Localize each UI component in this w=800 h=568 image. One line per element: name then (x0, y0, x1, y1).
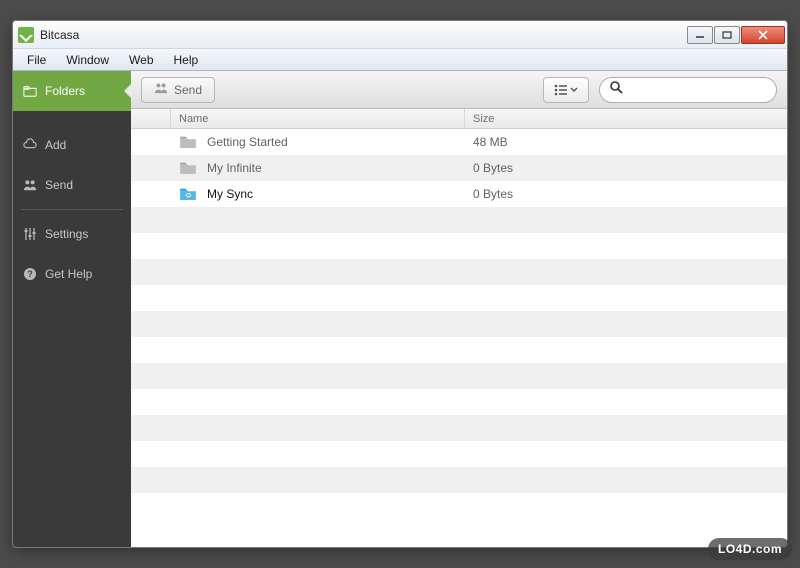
people-icon (154, 82, 168, 97)
sliders-icon (23, 227, 37, 241)
table-row-empty (131, 467, 787, 493)
menu-file[interactable]: File (17, 50, 56, 70)
sidebar-separator (21, 209, 123, 210)
sidebar-item-folders[interactable]: Folders (13, 71, 131, 111)
menu-web[interactable]: Web (119, 50, 163, 70)
sidebar-item-add[interactable]: Add (13, 125, 131, 165)
file-name: Getting Started (207, 135, 288, 149)
cell-name: My Infinite (171, 160, 465, 177)
table-row-empty (131, 415, 787, 441)
titlebar[interactable]: Bitcasa (13, 21, 787, 49)
menu-help[interactable]: Help (164, 50, 209, 70)
app-icon (18, 27, 34, 43)
file-name: My Sync (207, 187, 253, 201)
cell-name: Getting Started (171, 134, 465, 151)
sidebar: Folders Add Send Settings (13, 71, 131, 547)
table-body: Getting Started48 MBMy Infinite0 BytesMy… (131, 129, 787, 547)
search-box[interactable] (599, 77, 777, 103)
close-button[interactable] (741, 26, 785, 44)
table-row-empty (131, 311, 787, 337)
table-row-empty (131, 363, 787, 389)
folder-icon (179, 134, 197, 151)
sidebar-item-gethelp[interactable]: ? Get Help (13, 254, 131, 294)
svg-text:?: ? (27, 269, 33, 279)
view-mode-button[interactable] (543, 77, 589, 103)
list-view-icon (554, 84, 578, 96)
sidebar-item-send[interactable]: Send (13, 165, 131, 205)
sync-folder-icon (179, 186, 197, 203)
sidebar-item-label: Settings (45, 227, 88, 241)
search-icon (610, 81, 623, 99)
table-row-empty (131, 285, 787, 311)
send-button[interactable]: Send (141, 77, 215, 103)
window-controls (687, 26, 785, 44)
table-row[interactable]: My Sync 0 Bytes (131, 181, 787, 207)
folders-icon (23, 84, 37, 98)
table-row-empty (131, 259, 787, 285)
maximize-button[interactable] (714, 26, 740, 44)
content-pane: Send Name Si (131, 71, 787, 547)
sidebar-item-settings[interactable]: Settings (13, 214, 131, 254)
table-row-empty (131, 441, 787, 467)
menu-window[interactable]: Window (56, 50, 119, 70)
sidebar-item-label: Send (45, 178, 73, 192)
send-button-label: Send (174, 83, 202, 97)
window-title: Bitcasa (40, 28, 79, 42)
table-row-empty (131, 207, 787, 233)
menubar: File Window Web Help (13, 49, 787, 71)
table-row-empty (131, 233, 787, 259)
chevron-down-icon (570, 87, 578, 93)
folder-icon (179, 160, 197, 177)
column-header-name[interactable]: Name (171, 109, 465, 128)
app-window: Bitcasa File Window Web Help Folders (12, 20, 788, 548)
table-row-empty (131, 337, 787, 363)
people-icon (23, 178, 37, 192)
table-header: Name Size (131, 109, 787, 129)
sidebar-item-label: Folders (45, 84, 85, 98)
sidebar-item-label: Get Help (45, 267, 92, 281)
search-input[interactable] (629, 83, 784, 97)
column-header-size[interactable]: Size (465, 113, 787, 125)
cell-size: 0 Bytes (465, 187, 787, 201)
cell-name: My Sync (171, 186, 465, 203)
minimize-button[interactable] (687, 26, 713, 44)
body: Folders Add Send Settings (13, 71, 787, 547)
table-row-empty (131, 389, 787, 415)
cell-size: 48 MB (465, 135, 787, 149)
file-name: My Infinite (207, 161, 262, 175)
sidebar-item-label: Add (45, 138, 66, 152)
cloud-icon (23, 138, 37, 152)
help-icon: ? (23, 267, 37, 281)
table-row-empty (131, 493, 787, 519)
table-row[interactable]: My Infinite 0 Bytes (131, 155, 787, 181)
cell-size: 0 Bytes (465, 161, 787, 175)
toolbar: Send (131, 71, 787, 109)
watermark-badge: LO4D.com (708, 538, 792, 560)
table-row[interactable]: Getting Started 48 MB (131, 129, 787, 155)
